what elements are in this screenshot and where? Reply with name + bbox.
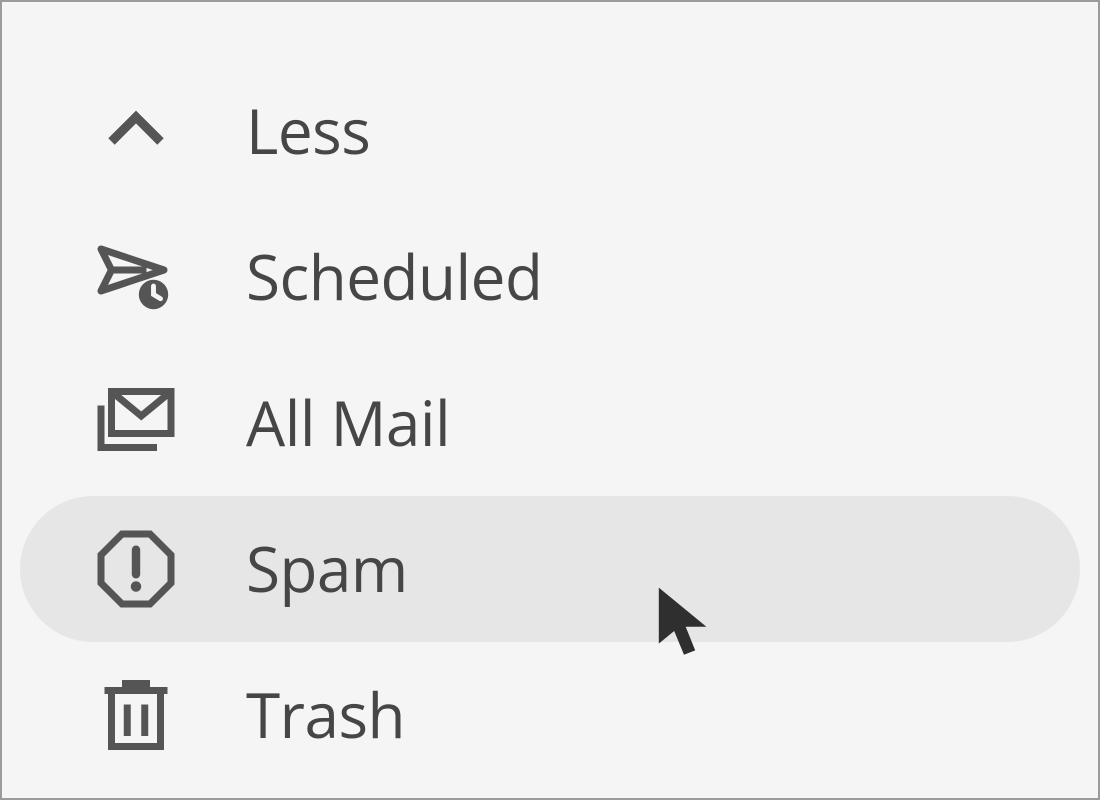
sidebar-item-label: Trash bbox=[246, 684, 405, 746]
sidebar-item-spam[interactable]: Spam bbox=[20, 496, 1080, 642]
sidebar-item-label: Less bbox=[246, 100, 370, 162]
trash-icon bbox=[94, 673, 178, 757]
sidebar-item-label: Scheduled bbox=[246, 246, 542, 308]
sidebar-item-trash[interactable]: Trash bbox=[20, 642, 1080, 788]
scheduled-send-icon bbox=[94, 235, 178, 319]
sidebar-item-label: Spam bbox=[246, 538, 408, 600]
all-mail-icon bbox=[94, 381, 178, 465]
spam-octagon-icon bbox=[94, 527, 178, 611]
sidebar-panel: Less Scheduled bbox=[0, 0, 1100, 800]
sidebar-list: Less Scheduled bbox=[20, 58, 1080, 788]
chevron-up-icon bbox=[94, 89, 178, 173]
sidebar-item-label: All Mail bbox=[246, 392, 450, 454]
sidebar-item-scheduled[interactable]: Scheduled bbox=[20, 204, 1080, 350]
sidebar-item-less[interactable]: Less bbox=[20, 58, 1080, 204]
sidebar-item-all-mail[interactable]: All Mail bbox=[20, 350, 1080, 496]
